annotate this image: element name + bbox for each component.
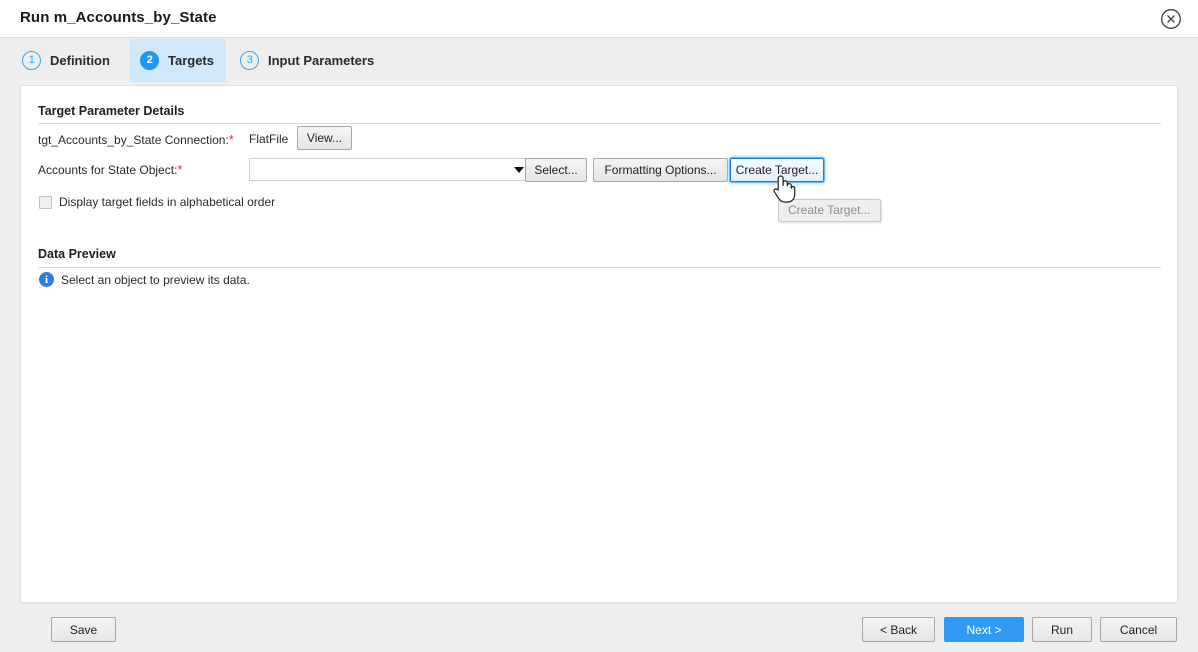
connection-value: FlatFile (249, 132, 289, 146)
step-number-3: 3 (240, 51, 259, 70)
alphabetical-order-checkbox[interactable] (39, 195, 52, 209)
next-button[interactable]: Next > (944, 617, 1024, 642)
alphabetical-order-label: Display target fields in alphabetical or… (59, 195, 276, 209)
data-preview-message-row: i Select an object to preview its data. (39, 272, 250, 287)
dialog-content-panel: Target Parameter Details tgt_Accounts_by… (20, 85, 1178, 603)
object-dropdown[interactable] (249, 158, 533, 181)
tab-input-parameters[interactable]: 3 Input Parameters (230, 39, 386, 82)
alphabetical-order-checkbox-row[interactable]: Display target fields in alphabetical or… (39, 195, 275, 209)
dialog-footer: ? Save < Back Next > Run Cancel (0, 604, 1198, 652)
connection-label: tgt_Accounts_by_State Connection:* (38, 132, 234, 147)
section-divider-data-preview (38, 267, 1161, 268)
step-number-2: 2 (140, 51, 159, 70)
target-parameter-details-heading: Target Parameter Details (38, 104, 185, 118)
connection-label-text: tgt_Accounts_by_State Connection: (38, 133, 229, 147)
create-target-button[interactable]: Create Target... (730, 158, 824, 182)
object-label-text: Accounts for State Object: (38, 163, 178, 177)
formatting-options-button[interactable]: Formatting Options... (593, 158, 728, 182)
info-icon: i (39, 272, 54, 287)
tab-targets-label: Targets (168, 53, 214, 68)
dialog-header: Run m_Accounts_by_State (0, 0, 1198, 38)
save-button[interactable]: Save (51, 617, 116, 642)
run-mapping-dialog: Run m_Accounts_by_State 1 Definition 2 T… (0, 0, 1198, 652)
object-label: Accounts for State Object:* (38, 162, 182, 177)
run-button[interactable]: Run (1032, 617, 1092, 642)
close-icon[interactable] (1158, 6, 1184, 32)
page-title: Run m_Accounts_by_State (20, 9, 217, 26)
connection-required-asterisk: * (228, 132, 234, 147)
tab-input-parameters-label: Input Parameters (268, 53, 375, 68)
create-target-tooltip: Create Target... (778, 199, 881, 222)
cancel-button[interactable]: Cancel (1100, 617, 1177, 642)
data-preview-heading: Data Preview (38, 247, 116, 261)
step-number-1: 1 (22, 51, 41, 70)
object-required-asterisk: * (177, 162, 183, 177)
back-button[interactable]: < Back (862, 617, 935, 642)
step-tabbar: 1 Definition 2 Targets 3 Input Parameter… (0, 39, 1198, 82)
tab-targets[interactable]: 2 Targets (130, 39, 226, 82)
tab-definition-label: Definition (50, 53, 110, 68)
tab-definition[interactable]: 1 Definition (12, 39, 122, 82)
view-button[interactable]: View... (297, 126, 352, 150)
chevron-down-icon (514, 166, 524, 173)
data-preview-message: Select an object to preview its data. (61, 272, 250, 287)
select-button[interactable]: Select... (525, 158, 587, 182)
section-divider-top (38, 123, 1161, 124)
